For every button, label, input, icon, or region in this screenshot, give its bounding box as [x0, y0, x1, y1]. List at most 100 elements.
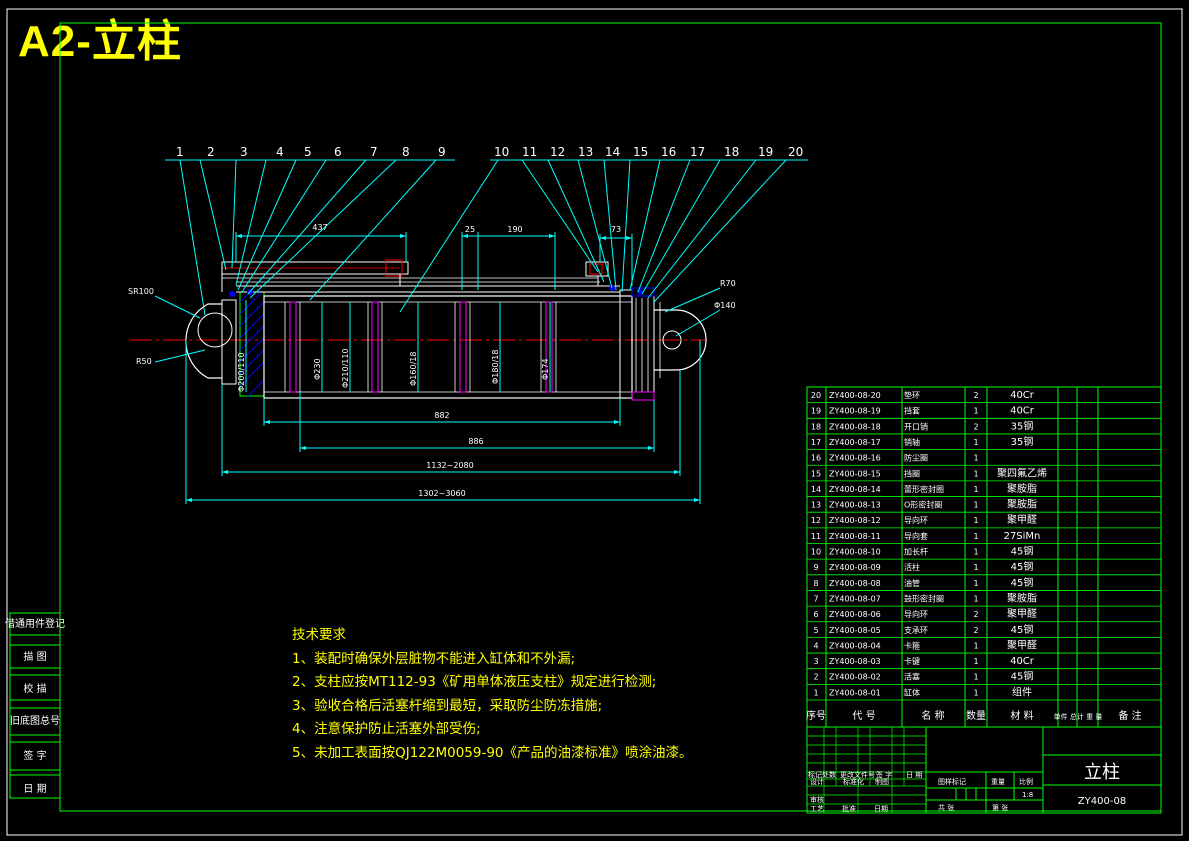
tb-label-page: 第 张	[992, 803, 1008, 812]
bom-cell-name: 导向环	[904, 515, 928, 525]
bom-cell-no: 16	[811, 454, 821, 463]
tb-label-date2: 日期	[874, 805, 888, 813]
bom-cell-code: ZY400-08-17	[829, 438, 881, 447]
bom-cell-name: 活柱	[904, 562, 920, 572]
dim-886: 886	[468, 437, 483, 446]
bom-cell-qty: 1	[973, 657, 978, 666]
tech-note-1: 1、装配时确保外层脏物不能进入缸体和不外漏;	[292, 650, 576, 667]
bom-cell-qty: 1	[973, 532, 978, 541]
bom-row: 9 ZY400-08-09 活柱 1 45钢	[813, 560, 1033, 573]
bom-cell-name: 卡箍	[904, 640, 920, 650]
bom-cell-code: ZY400-08-14	[829, 485, 881, 494]
bom-cell-no: 13	[811, 501, 821, 510]
dim-73: 73	[611, 225, 621, 234]
tb-scale: 1:8	[1022, 791, 1033, 799]
tb-label-date: 日 期	[906, 771, 922, 779]
bom-row: 12 ZY400-08-12 导向环 1 聚甲醛	[811, 513, 1037, 526]
bom-cell-no: 18	[811, 422, 821, 431]
bom-row: 17 ZY400-08-17 销轴 1 35钢	[811, 435, 1033, 448]
bom-cell-material: 45钢	[1011, 623, 1034, 636]
bom-row: 19 ZY400-08-19 挡套 1 40Cr	[811, 406, 1035, 417]
balloon-8: 8	[402, 145, 410, 159]
balloon-5: 5	[304, 145, 312, 159]
bom-cell-material: 40Cr	[1010, 656, 1035, 667]
balloon-7: 7	[370, 145, 378, 159]
tb-label-stage: 图样标记	[938, 777, 966, 786]
bom-header-code: 代 号	[852, 710, 875, 722]
left-clevis	[185, 303, 222, 379]
bom-header-no: 序号	[806, 709, 826, 722]
dim-437: 437	[312, 223, 327, 232]
dim-d174: Φ174	[541, 358, 550, 380]
bom-cell-code: ZY400-08-05	[829, 626, 881, 635]
bom-header-weight: 单件 总计 重 量	[1054, 712, 1103, 721]
seal-rings	[289, 301, 553, 393]
strip-label-check: 校 描	[23, 682, 46, 695]
bom-cell-code: ZY400-08-13	[829, 501, 881, 510]
dim-sr100: SR100	[128, 287, 154, 296]
bom-cell-code: ZY400-08-01	[829, 688, 881, 697]
bom-cell-name: 开口销	[904, 421, 928, 431]
balloon-13: 13	[578, 145, 593, 159]
tb-label-approve: 批准	[842, 804, 856, 813]
balloon-1: 1	[176, 145, 184, 159]
bom-cell-qty: 1	[973, 594, 978, 603]
drawing-code: ZY400-08	[1078, 796, 1126, 807]
left-pin-hole	[197, 312, 233, 348]
bom-cell-no: 15	[811, 469, 821, 478]
bom-row: 15 ZY400-08-15 挡圈 1 聚四氟乙烯	[811, 466, 1047, 479]
bom-row: 2 ZY400-08-02 活塞 1 45钢	[813, 670, 1033, 683]
bom-cell-qty: 2	[973, 626, 978, 635]
bom-row: 6 ZY400-08-06 导向环 2 聚甲醛	[813, 607, 1037, 620]
dim-d200: Φ200/110	[237, 352, 246, 392]
bom-cell-name: 缸体	[904, 687, 920, 697]
bom-cell-material: 聚甲醛	[1007, 638, 1037, 651]
bom-header-qty: 数量	[966, 709, 986, 722]
bom-cell-qty: 1	[973, 673, 978, 682]
bom-cell-code: ZY400-08-16	[829, 454, 881, 463]
bom-row: 10 ZY400-08-10 加长杆 1 45钢	[811, 545, 1033, 558]
tb-label-draw: 制图	[875, 777, 889, 786]
tb-label-check: 审核	[810, 795, 824, 804]
cylinder-body	[263, 295, 633, 399]
bom-cell-material: 聚甲醛	[1007, 607, 1037, 620]
bom-cell-name: 销轴	[904, 437, 920, 447]
bom-cell-material: 45钢	[1011, 560, 1034, 573]
strip-label-date: 日 期	[23, 783, 46, 795]
bom-row: 7 ZY400-08-07 鼓形密封圈 1 聚胺脂	[813, 591, 1037, 604]
bom-cell-code: ZY400-08-06	[829, 610, 881, 619]
bom-cell-qty: 1	[973, 688, 978, 697]
dim-r70: R70	[720, 279, 736, 288]
tb-label-design: 设计	[810, 777, 824, 786]
balloon-20: 20	[788, 145, 803, 159]
strip-label-reuse: 借通用件登记	[5, 617, 65, 630]
bom-cell-material: 聚胺脂	[1007, 482, 1037, 495]
bom-cell-material: 40Cr	[1010, 390, 1035, 401]
bom-cell-qty: 1	[973, 407, 978, 416]
bom-cell-material: 45钢	[1011, 670, 1034, 683]
bom-cell-qty: 2	[973, 422, 978, 431]
balloon-11: 11	[522, 145, 537, 159]
bom-cell-qty: 2	[973, 610, 978, 619]
tb-label-weight: 重量	[991, 778, 1005, 786]
bom-cell-qty: 1	[973, 579, 978, 588]
bom-cell-material: 45钢	[1011, 576, 1034, 589]
bom-cell-qty: 1	[973, 641, 978, 650]
bom-cell-no: 5	[813, 626, 818, 635]
bom-cell-qty: 1	[973, 469, 978, 478]
bom-cell-code: ZY400-08-19	[829, 407, 881, 416]
tech-note-4: 4、注意保护防止活塞外部受伤;	[292, 721, 481, 737]
bom-cell-name: O形密封圈	[904, 500, 942, 510]
bom-cell-no: 6	[813, 610, 818, 619]
bom-cell-code: ZY400-08-11	[829, 532, 881, 541]
bom-cell-name: 导向套	[904, 531, 928, 541]
bom-cell-material: 45钢	[1011, 545, 1034, 558]
balloon-2: 2	[207, 145, 215, 159]
bom-cell-material: 组件	[1012, 685, 1032, 698]
bom-cell-qty: 2	[973, 391, 978, 400]
dim-d210: Φ210/110	[341, 348, 350, 388]
bom-header-material: 材 料	[1010, 709, 1033, 722]
bom-cell-no: 2	[813, 673, 818, 682]
strip-label-sign: 签 字	[23, 749, 46, 762]
bom-cell-material: 35钢	[1011, 435, 1034, 448]
